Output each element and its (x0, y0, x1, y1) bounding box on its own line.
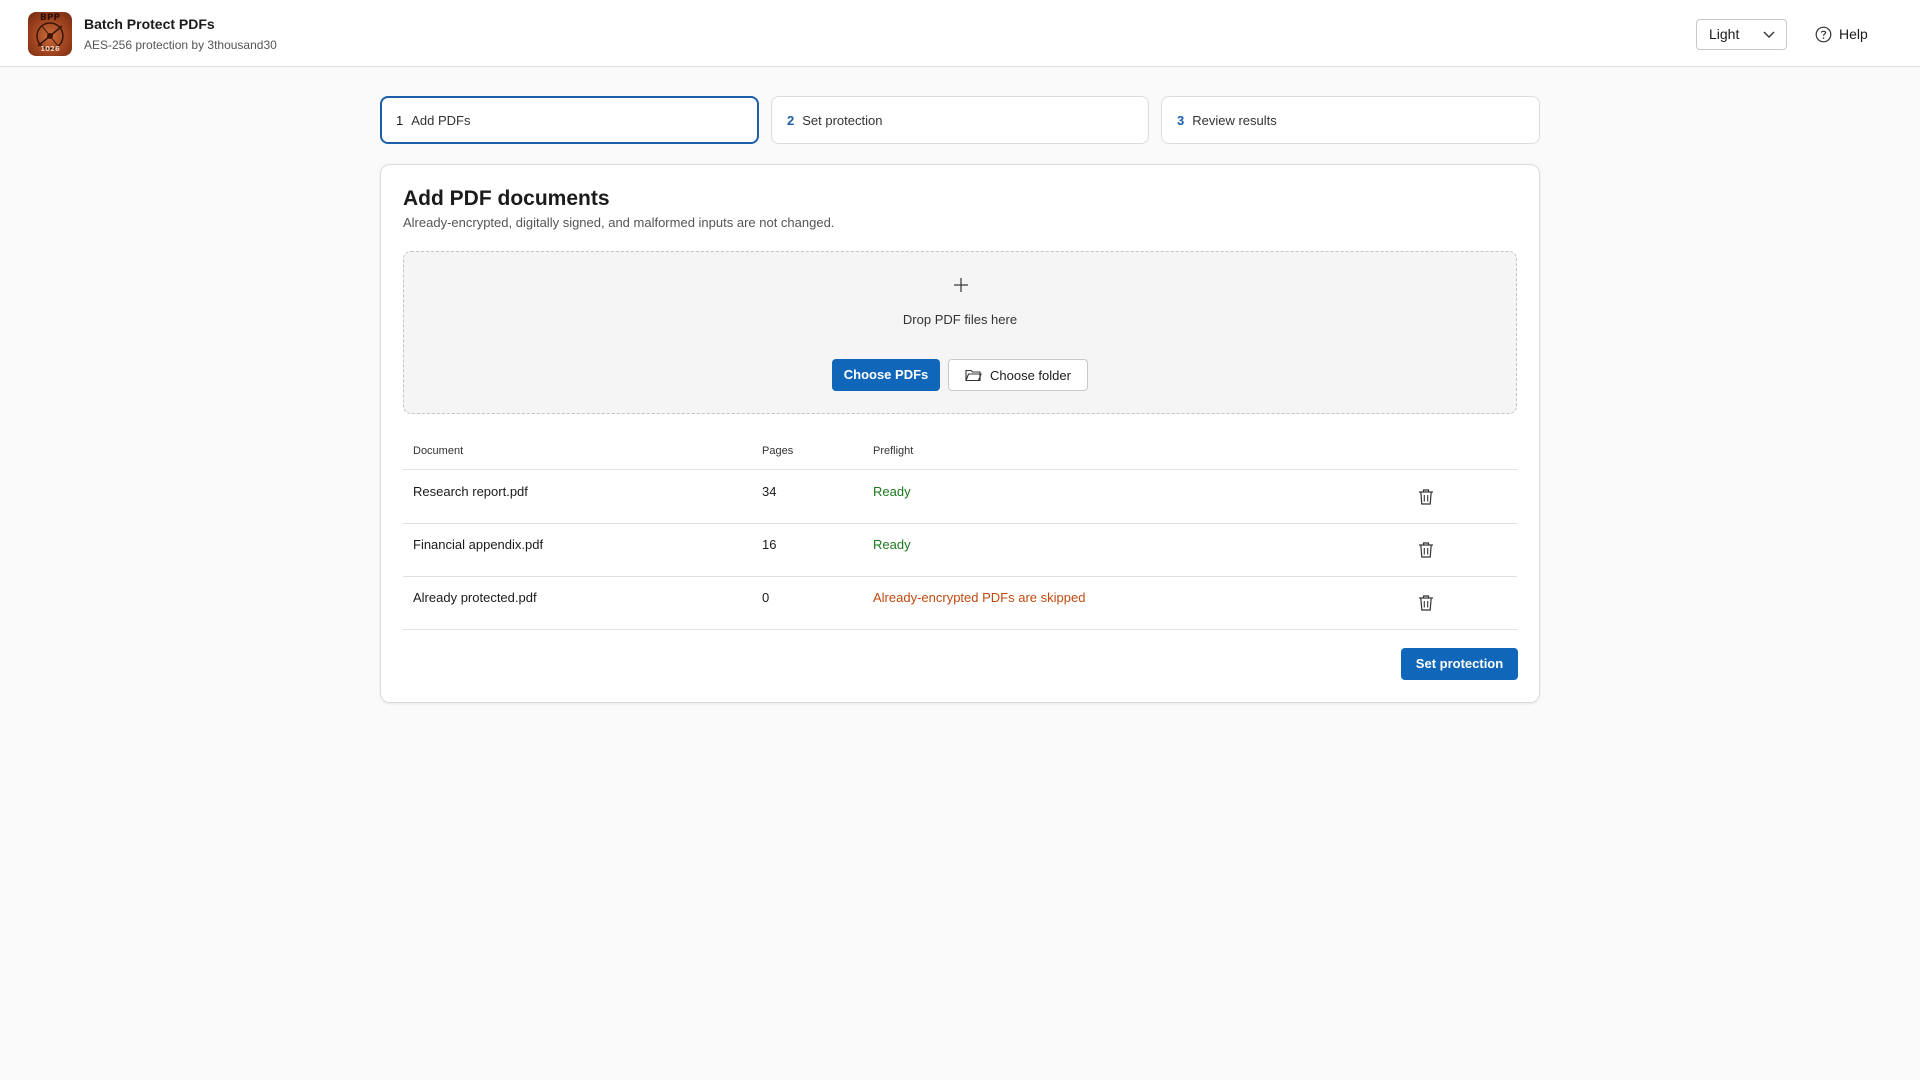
plus-icon (954, 278, 968, 292)
table-row: Financial appendix.pdf 16 Ready (403, 524, 1517, 577)
app-header: BPP 1026 Batch Protect PDFs AES-256 prot… (0, 0, 1920, 67)
document-name: Financial appendix.pdf (413, 537, 544, 552)
step-label: Review results (1192, 112, 1277, 128)
logo-text-bottom: 1026 (40, 45, 60, 53)
app-title: Batch Protect PDFs (84, 16, 215, 32)
table-row: Already protected.pdf 0 Already-encrypte… (403, 577, 1517, 630)
choose-folder-label: Choose folder (990, 367, 1071, 383)
dropzone-text: Drop PDF files here (902, 312, 1018, 327)
preflight-status: Already-encrypted PDFs are skipped (873, 590, 1086, 605)
preflight-status: Ready (873, 537, 911, 552)
card-title: Add PDF documents (403, 187, 610, 210)
app-logo: BPP 1026 (28, 12, 72, 56)
page-count: 34 (762, 484, 777, 499)
column-header-preflight: Preflight (873, 445, 914, 457)
column-header-pages: Pages (762, 445, 794, 457)
theme-select-value: Light (1709, 26, 1740, 42)
theme-select[interactable]: Light (1696, 19, 1787, 50)
folder-icon (965, 369, 982, 382)
step-add-pdfs[interactable]: 1 Add PDFs (380, 96, 759, 144)
step-label: Add PDFs (411, 112, 471, 128)
preflight-status: Ready (873, 484, 911, 499)
step-set-protection[interactable]: 2 Set protection (771, 96, 1149, 144)
document-name: Already protected.pdf (413, 590, 537, 605)
question-circle-icon (1815, 26, 1832, 42)
choose-pdfs-button[interactable]: Choose PDFs (832, 359, 940, 391)
card-description: Already-encrypted, digitally signed, and… (403, 215, 835, 230)
column-header-document: Document (413, 445, 464, 457)
step-number: 2 (787, 112, 795, 128)
page-count: 0 (762, 590, 770, 605)
chevron-down-icon (1763, 31, 1775, 38)
help-label: Help (1839, 26, 1868, 42)
trash-icon[interactable] (1417, 594, 1435, 612)
step-review-results[interactable]: 3 Review results (1161, 96, 1540, 144)
trash-icon[interactable] (1417, 541, 1435, 559)
page-count: 16 (762, 537, 777, 552)
add-pdfs-card: Add PDF documents Already-encrypted, dig… (380, 164, 1540, 703)
documents-table-header: Document Pages Preflight (403, 436, 1517, 470)
step-number: 3 (1177, 112, 1185, 128)
step-label: Set protection (802, 112, 883, 128)
choose-folder-button[interactable]: Choose folder (948, 359, 1088, 391)
logo-text-top: BPP (39, 13, 61, 23)
table-row: Research report.pdf 34 Ready (403, 471, 1517, 524)
step-number: 1 (396, 112, 404, 128)
document-name: Research report.pdf (413, 484, 528, 499)
pdf-dropzone[interactable]: Drop PDF files here Choose PDFs Choose f… (403, 251, 1517, 414)
set-protection-button[interactable]: Set protection (1401, 648, 1518, 680)
trash-icon[interactable] (1417, 488, 1435, 506)
app-subtitle: AES-256 protection by 3thousand30 (84, 38, 277, 52)
help-button[interactable]: Help (1815, 22, 1868, 46)
